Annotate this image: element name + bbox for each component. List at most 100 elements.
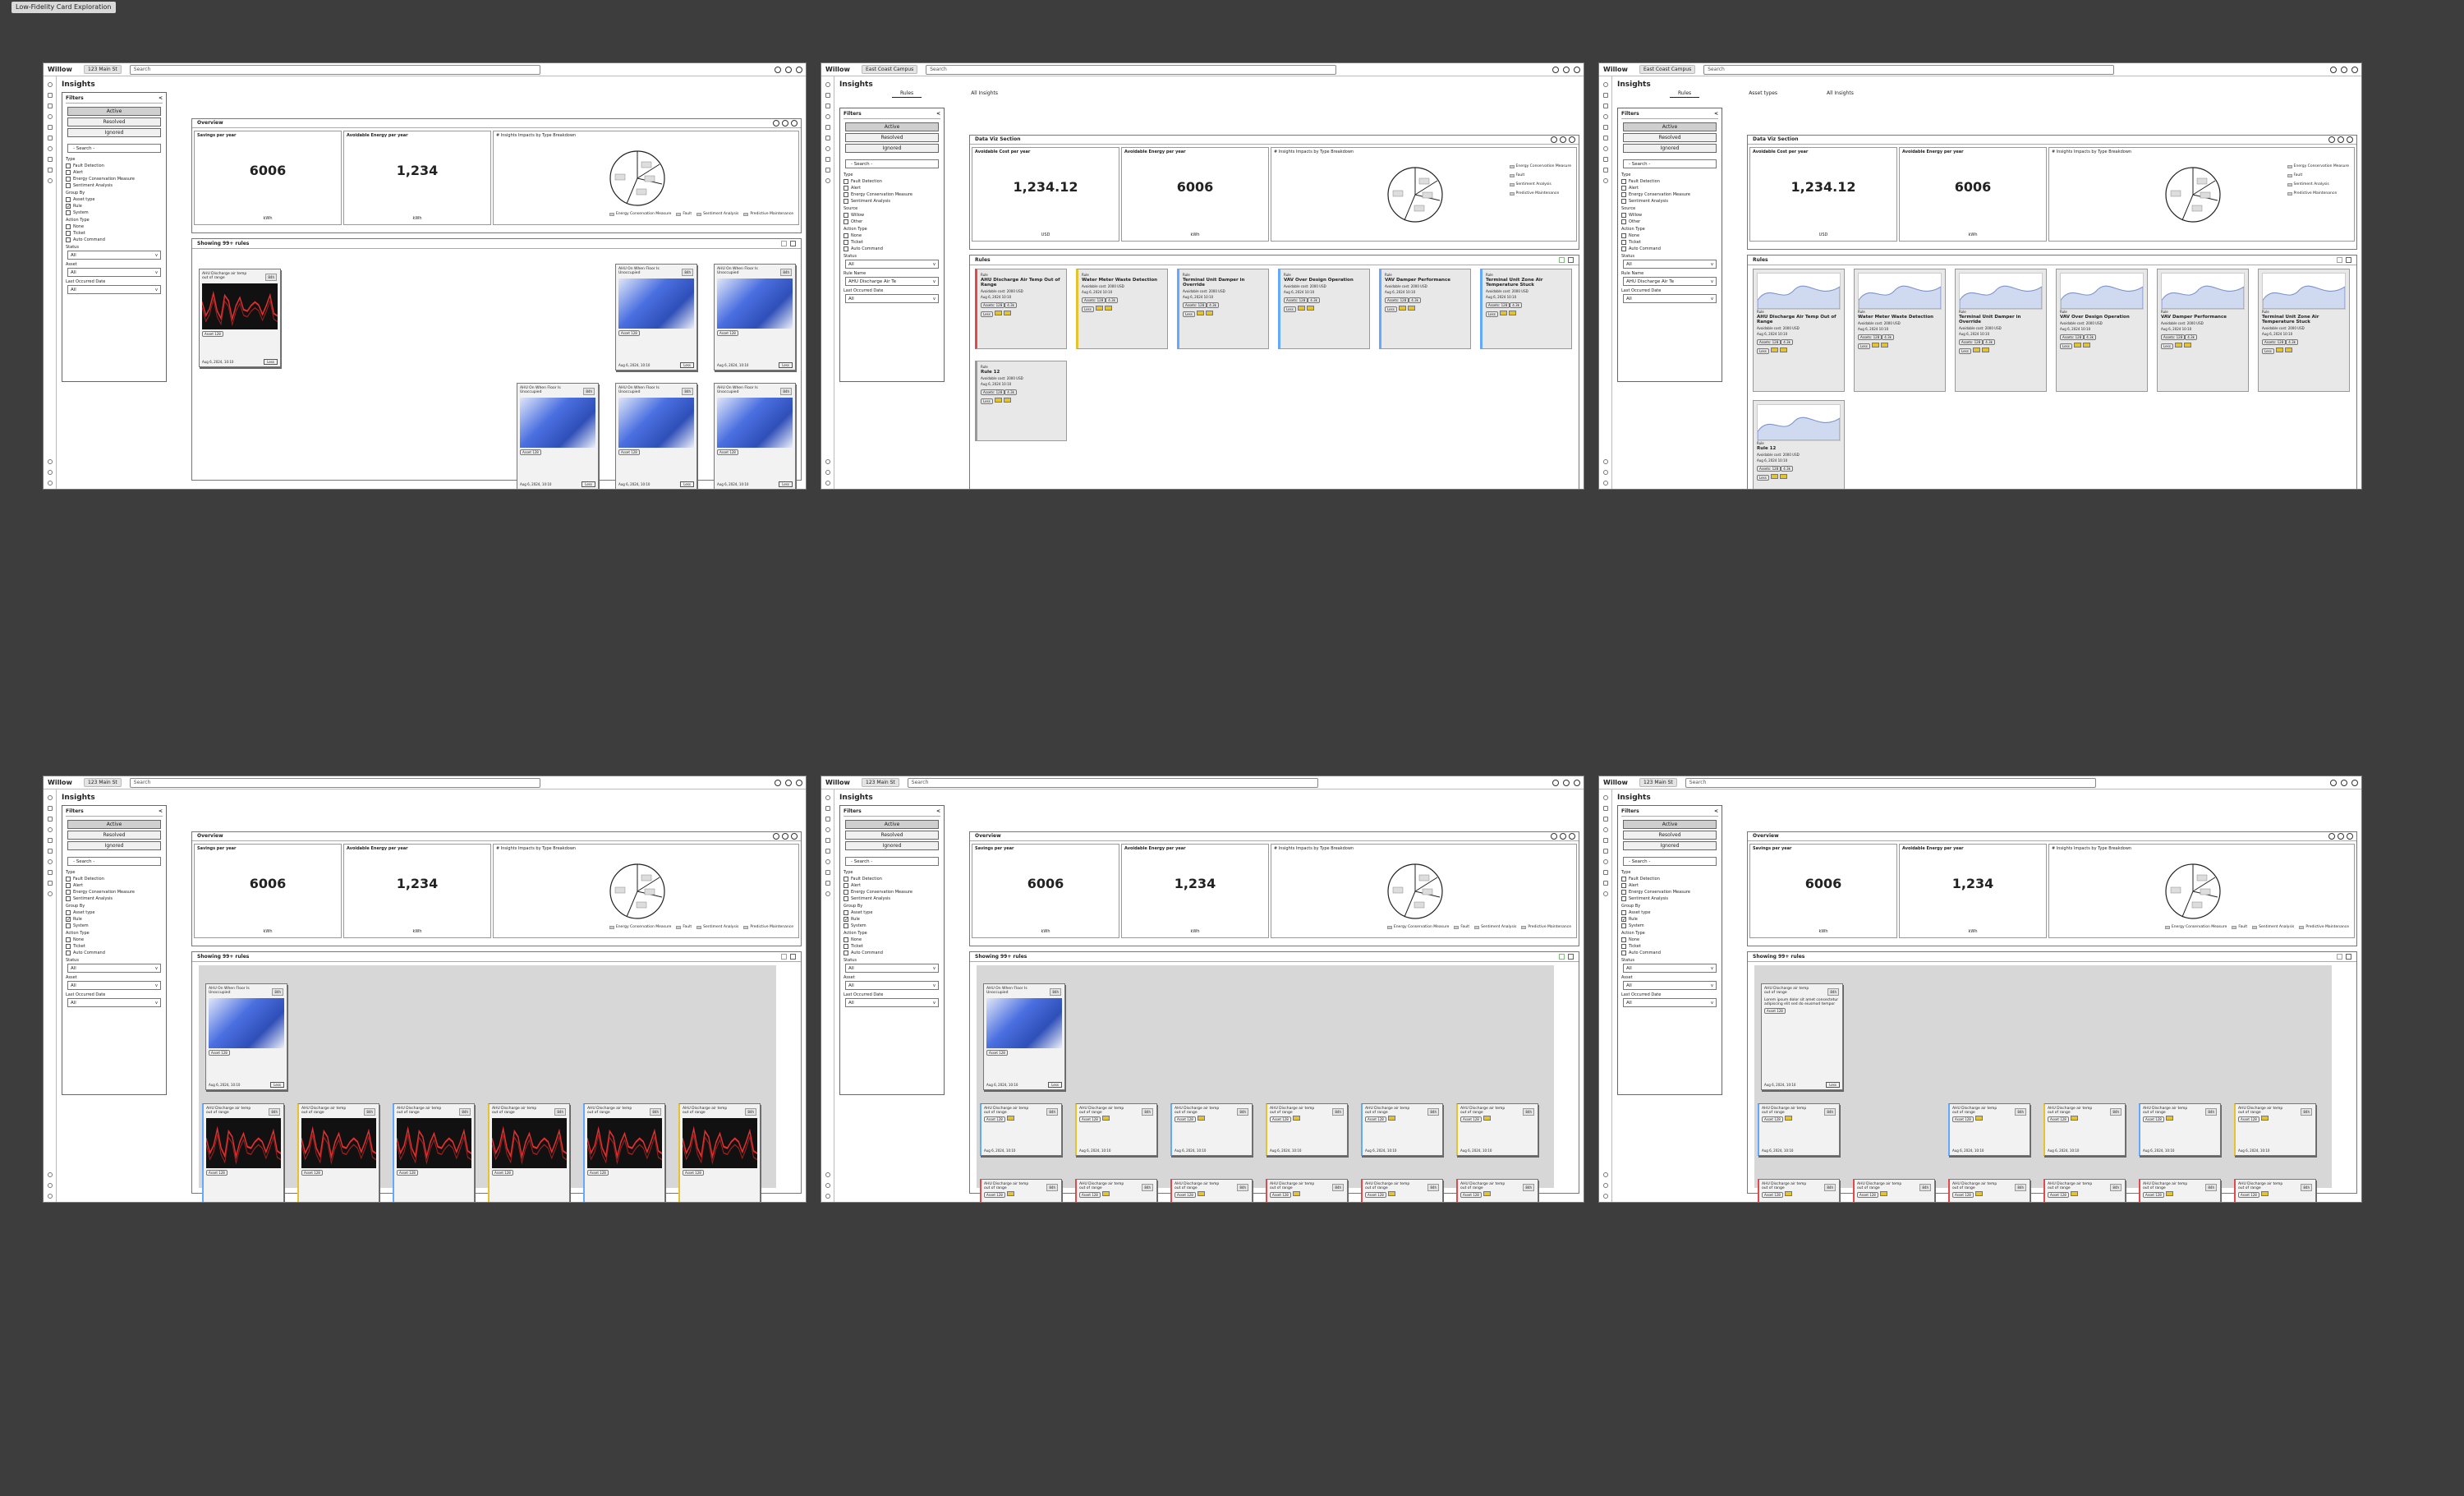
reports-icon[interactable] bbox=[1602, 827, 1608, 832]
insight-card[interactable]: AHU Discharge air temp out of range 84h Lo… bbox=[1761, 983, 1843, 1090]
asset-pill[interactable]: Asset 128 bbox=[1175, 1192, 1196, 1198]
less-button[interactable]: Less bbox=[362, 1202, 376, 1203]
share-icon[interactable] bbox=[2338, 136, 2344, 143]
insight-card[interactable]: AHU Discharge air temp out of range 84h As… bbox=[1853, 1179, 1935, 1202]
type-option[interactable]: Fault Detection bbox=[844, 877, 940, 881]
rule-count-pill[interactable]: 4.3k bbox=[1409, 297, 1421, 303]
insight-card[interactable]: AHU Discharge air temp out of range 84h As… bbox=[1948, 1103, 2030, 1156]
filter-search-input[interactable]: - Search - bbox=[845, 159, 939, 168]
type-option[interactable]: Energy Conservation Measure bbox=[844, 192, 940, 197]
insight-card[interactable]: AHU Discharge air temp out of range 84h As… bbox=[1361, 1103, 1443, 1156]
notification-icon[interactable] bbox=[2341, 66, 2347, 73]
status-resolved-button[interactable]: Resolved bbox=[67, 117, 161, 127]
less-button[interactable]: Less bbox=[680, 481, 694, 487]
type-option[interactable]: Energy Conservation Measure bbox=[66, 177, 163, 182]
site-selector[interactable]: 123 Main St bbox=[84, 778, 122, 787]
user-avatar-icon[interactable] bbox=[2351, 779, 2358, 786]
last-occurred-dropdown[interactable]: All bbox=[845, 998, 939, 1007]
bell-icon[interactable] bbox=[48, 1172, 53, 1177]
ticket-icon[interactable] bbox=[1006, 1116, 1014, 1121]
dashboards-icon[interactable] bbox=[825, 125, 830, 130]
insight-card[interactable]: AHU Discharge air temp out of range 84h As… bbox=[1758, 1179, 1840, 1202]
checkbox[interactable] bbox=[844, 192, 848, 197]
chevron-left-icon[interactable]: < bbox=[1714, 808, 1718, 814]
global-search-input[interactable]: Search bbox=[907, 777, 1318, 788]
list-view-icon[interactable] bbox=[1568, 954, 1574, 960]
last-occurred-dropdown[interactable]: All bbox=[1623, 294, 1717, 303]
action-type-option[interactable]: Auto Command bbox=[844, 951, 940, 955]
action-type-option[interactable]: Ticket bbox=[1621, 240, 1718, 245]
dashboards-icon[interactable] bbox=[47, 838, 53, 843]
status-ignored-button[interactable]: Ignored bbox=[67, 841, 161, 850]
asset-pill[interactable]: Asset 128 bbox=[1857, 1192, 1878, 1198]
status-ignored-button[interactable]: Ignored bbox=[1623, 841, 1717, 850]
checkbox[interactable] bbox=[844, 923, 848, 928]
checkbox[interactable] bbox=[66, 237, 71, 242]
insight-card[interactable]: AHU Discharge air temp out of range 84h As… bbox=[488, 1103, 570, 1202]
ticket-icon[interactable] bbox=[1292, 1116, 1300, 1121]
rule-less-button[interactable]: Less bbox=[2262, 348, 2274, 354]
insight-card[interactable]: AHU On When Floor Is Unoccupied 84h Asset … bbox=[517, 383, 599, 489]
checkbox[interactable] bbox=[66, 944, 71, 949]
global-search-input[interactable]: Search bbox=[129, 777, 540, 788]
rule-less-button[interactable]: Less bbox=[1486, 311, 1498, 317]
rule-assets-pill[interactable]: Assets: 128 bbox=[1385, 297, 1409, 303]
collapse-icon[interactable] bbox=[791, 120, 798, 127]
info-icon[interactable] bbox=[773, 120, 779, 127]
status-dropdown[interactable]: All bbox=[67, 964, 161, 973]
insight-card[interactable]: AHU Discharge air temp out of range 84h As… bbox=[678, 1103, 761, 1202]
checkbox[interactable] bbox=[66, 177, 71, 182]
tickets-icon[interactable] bbox=[1602, 817, 1608, 822]
checkbox[interactable] bbox=[1621, 240, 1626, 245]
rule-less-button[interactable]: Less bbox=[1757, 348, 1769, 354]
insight-card[interactable]: AHU Discharge air temp out of range 84h As… bbox=[980, 1179, 1062, 1202]
status-resolved-button[interactable]: Resolved bbox=[1623, 133, 1717, 142]
asset-pill[interactable]: Asset 128 bbox=[2238, 1116, 2259, 1122]
chart-icon[interactable] bbox=[1602, 859, 1608, 864]
ticket-icon[interactable] bbox=[1974, 1191, 1983, 1196]
status-active-button[interactable]: Active bbox=[67, 820, 161, 829]
checkbox[interactable] bbox=[844, 896, 848, 901]
global-search-input[interactable]: Search bbox=[129, 64, 540, 75]
help-icon[interactable] bbox=[2330, 779, 2337, 786]
list-view-icon[interactable] bbox=[1568, 257, 1574, 263]
global-search-input[interactable]: Search bbox=[926, 64, 1337, 75]
checkbox[interactable] bbox=[1621, 883, 1626, 888]
asset-pill[interactable]: Asset 128 bbox=[1365, 1116, 1386, 1122]
ticket-icon[interactable] bbox=[1095, 306, 1103, 311]
asset-pill[interactable]: Asset 128 bbox=[1365, 1192, 1386, 1198]
group-by-option[interactable]: System bbox=[1621, 923, 1718, 928]
asset-pill[interactable]: Asset 128 bbox=[618, 449, 640, 455]
ticket-icon[interactable] bbox=[2174, 343, 2182, 348]
ticket-icon[interactable] bbox=[1398, 306, 1406, 311]
checkbox[interactable] bbox=[1621, 179, 1626, 184]
checkbox[interactable] bbox=[1621, 192, 1626, 197]
action-type-option[interactable]: Ticket bbox=[66, 231, 163, 236]
building-icon[interactable] bbox=[47, 157, 53, 162]
checkbox[interactable] bbox=[1621, 199, 1626, 204]
insight-card[interactable]: AHU Discharge air temp out of range 84h As… bbox=[2234, 1179, 2316, 1202]
dashboards-icon[interactable] bbox=[1602, 838, 1608, 843]
tickets-icon[interactable] bbox=[47, 817, 53, 822]
insight-card[interactable]: AHU Discharge air temp out of range 84h As… bbox=[1266, 1179, 1348, 1202]
rule-less-button[interactable]: Less bbox=[981, 398, 993, 404]
ticket-icon[interactable] bbox=[1871, 343, 1879, 348]
user-icon[interactable] bbox=[825, 1183, 830, 1188]
notification-icon[interactable] bbox=[1563, 779, 1570, 786]
less-button[interactable]: Less bbox=[1048, 1082, 1062, 1088]
rule-card[interactable]: Rule VAV Over Design Operation Avoidable c… bbox=[1278, 269, 1370, 349]
ticket-icon[interactable] bbox=[2260, 1191, 2269, 1196]
dashboards-icon[interactable] bbox=[47, 125, 53, 130]
insight-card[interactable]: AHU Discharge air temp out of range 84h As… bbox=[199, 269, 281, 367]
checkbox[interactable] bbox=[1621, 219, 1626, 224]
chevron-left-icon[interactable]: < bbox=[1714, 111, 1718, 117]
asset-pill[interactable]: Asset 128 bbox=[1270, 1192, 1291, 1198]
settings-icon[interactable] bbox=[825, 481, 830, 486]
rule-less-button[interactable]: Less bbox=[1284, 306, 1296, 312]
warning-icon[interactable] bbox=[2082, 343, 2090, 348]
site-selector[interactable]: 123 Main St bbox=[84, 65, 122, 74]
rule-less-button[interactable]: Less bbox=[2060, 343, 2072, 349]
grid-view-icon[interactable] bbox=[2337, 954, 2342, 960]
asset-pill[interactable]: Asset 128 bbox=[2048, 1116, 2069, 1122]
last-occurred-dropdown[interactable]: All bbox=[1623, 998, 1717, 1007]
